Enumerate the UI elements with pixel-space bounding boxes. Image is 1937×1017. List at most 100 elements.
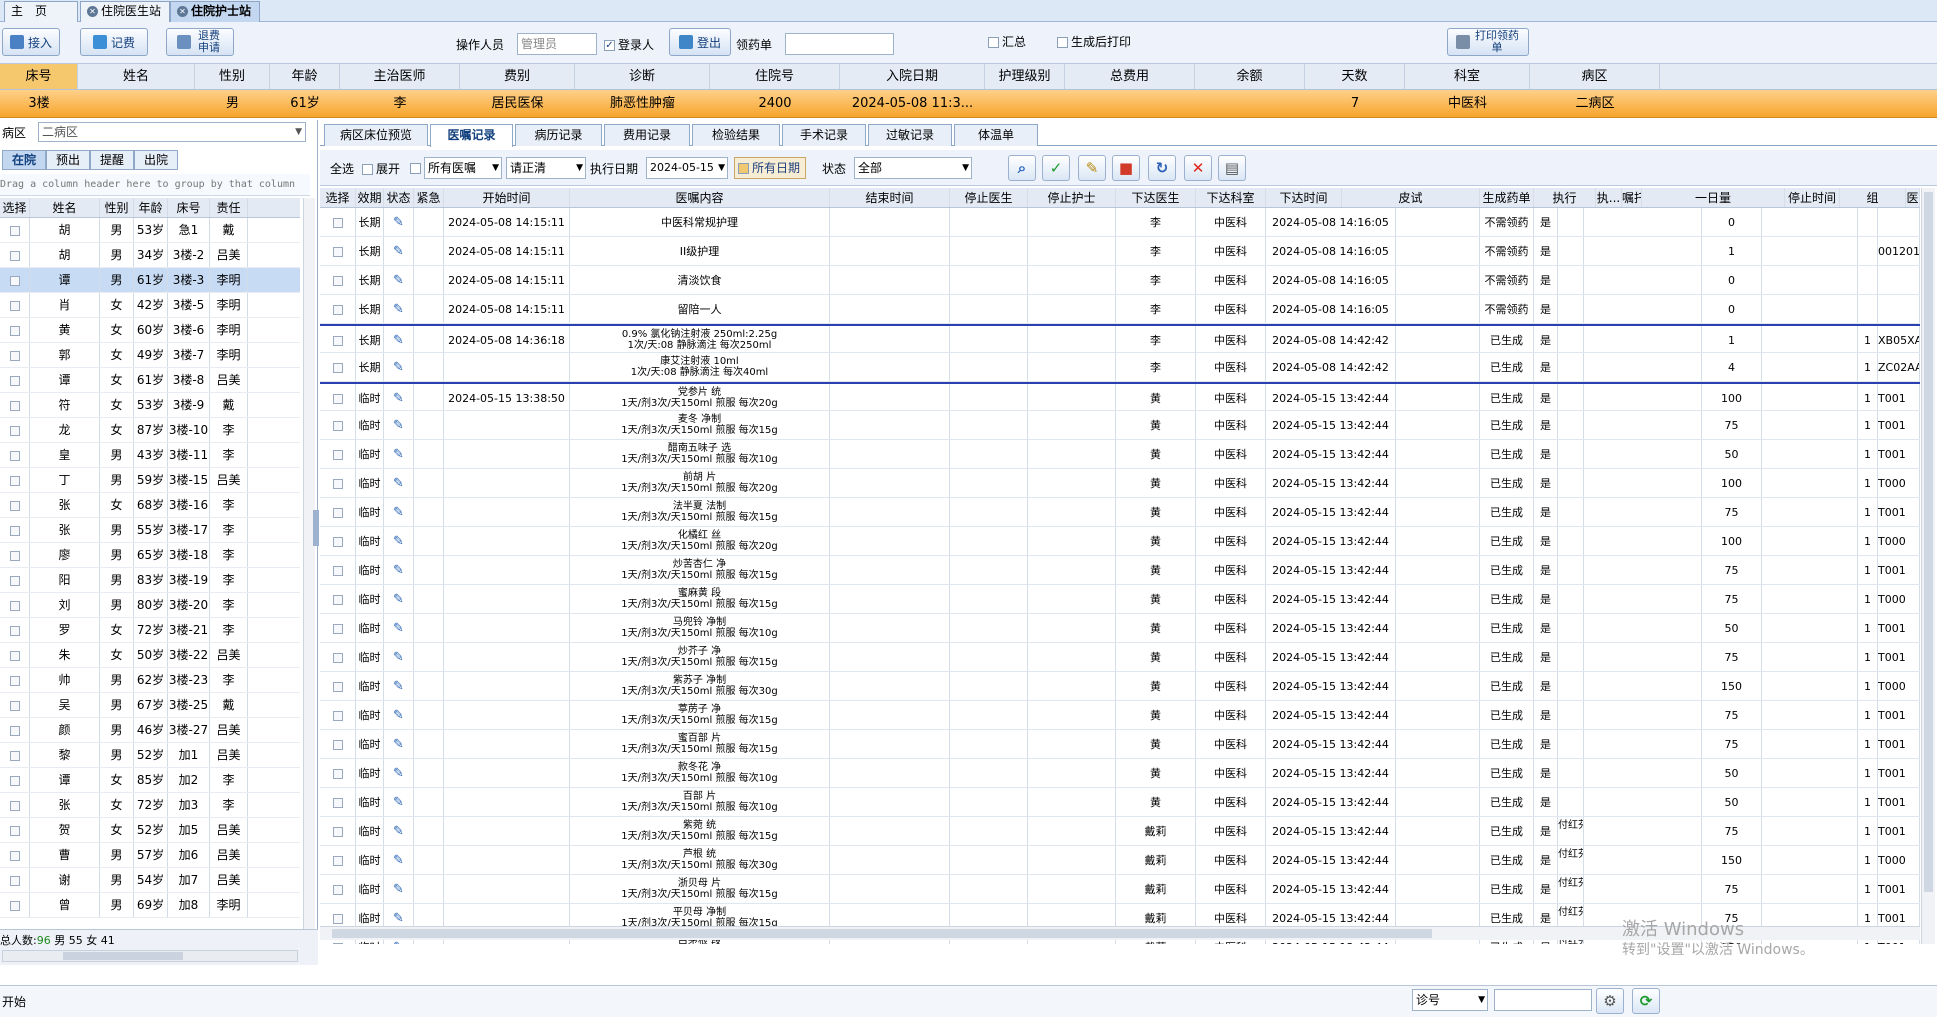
order-row[interactable]: 临时 ✎ 蜜百部 片 1天/剂3次/天150ml 煎服 每次15g 黄中医科 2024-0… — [320, 730, 1920, 759]
order-row[interactable]: 长期 ✎ 2024-05-08 14:15:11 留陪一人 李中医科 2024-05-08… — [320, 295, 1920, 324]
row-select-cell[interactable] — [0, 893, 30, 917]
edit-pencil-icon[interactable]: ✎ — [384, 326, 414, 352]
operator-input[interactable]: 管理员 — [517, 33, 597, 55]
patient-row[interactable]: 帅男 62岁 3楼-23 李 — [0, 668, 300, 693]
order-row[interactable]: 临时 ✎ 法半夏 法制 1天/剂3次/天150ml 煎服 每次15g 黄中医科 2024-… — [320, 498, 1920, 527]
order-row[interactable]: 临时 ✎ 浙贝母 片 1天/剂3次/天150ml 煎服 每次15g 戴莉 中医科 2024-… — [320, 875, 1920, 904]
row-select-cell[interactable] — [320, 759, 356, 787]
refresh-icon[interactable]: ↻ — [1148, 155, 1176, 181]
patient-row[interactable]: 张女 68岁 3楼-16 李 — [0, 493, 300, 518]
search-icon[interactable]: ⌕ — [1008, 155, 1036, 181]
checkbox-icon[interactable] — [332, 653, 343, 663]
patient-row[interactable]: 郭女 49岁 3楼-7 李明 — [0, 343, 300, 368]
patient-row[interactable]: 阳男 83岁 3楼-19 李 — [0, 568, 300, 593]
record-tab[interactable]: 检验结果 — [692, 124, 780, 146]
patient-row[interactable]: 贺女 52岁 加5 吕美 — [0, 818, 300, 843]
checkbox-icon[interactable] — [332, 595, 343, 605]
order-type-select[interactable]: 请正清 ▼ — [506, 157, 586, 179]
checkbox-icon[interactable] — [9, 275, 20, 286]
row-select-cell[interactable] — [0, 243, 30, 267]
close-icon[interactable]: ✕ — [87, 6, 98, 17]
edit-pencil-icon[interactable]: ✎ — [384, 614, 414, 642]
order-row[interactable]: 长期 ✎ 2024-05-08 14:15:11 II级护理 李中医科 2024-05-0… — [320, 237, 1920, 266]
row-select-cell[interactable] — [320, 237, 356, 265]
row-select-cell[interactable] — [320, 643, 356, 671]
order-row[interactable]: 临时 ✎ 马兜铃 净制 1天/剂3次/天150ml 煎服 每次10g 黄中医科 2024-… — [320, 614, 1920, 643]
checkbox-icon[interactable] — [9, 475, 20, 486]
edit-pencil-icon[interactable]: ✎ — [384, 730, 414, 758]
patient-row[interactable]: 谢男 54岁 加7 吕美 — [0, 868, 300, 893]
hscroll-thumb[interactable] — [332, 929, 1432, 938]
row-select-cell[interactable] — [320, 295, 356, 323]
checkbox-icon[interactable] — [332, 508, 343, 518]
row-select-cell[interactable] — [0, 393, 30, 417]
row-select-cell[interactable] — [0, 743, 30, 767]
edit-pencil-icon[interactable]: ✎ — [384, 875, 414, 903]
patient-row[interactable]: 张男 55岁 3楼-17 李 — [0, 518, 300, 543]
expand-checkbox[interactable]: 展开 — [362, 162, 400, 176]
checkbox-icon[interactable] — [9, 850, 20, 861]
order-row[interactable]: 临时 ✎ 醋南五味子 选 1天/剂3次/天150ml 煎服 每次10g 黄中医科 2024… — [320, 440, 1920, 469]
close-icon[interactable]: ✕ — [177, 6, 188, 17]
checkbox-icon[interactable] — [9, 650, 20, 661]
checkbox-icon[interactable] — [332, 394, 343, 404]
record-tab[interactable]: 费用记录 — [604, 124, 690, 146]
patient-row[interactable]: 颜男 46岁 3楼-27 吕美 — [0, 718, 300, 743]
row-select-cell[interactable] — [320, 788, 356, 816]
checkbox-icon[interactable] — [9, 575, 20, 586]
checkbox-icon[interactable] — [332, 218, 343, 228]
edit-pencil-icon[interactable]: ✎ — [384, 237, 414, 265]
checkbox-icon[interactable] — [9, 675, 20, 686]
patient-row[interactable]: 谭女 61岁 3楼-8 吕美 — [0, 368, 300, 393]
row-select-cell[interactable] — [0, 718, 30, 742]
row-select-cell[interactable] — [0, 293, 30, 317]
checkbox-icon[interactable] — [332, 740, 343, 750]
login-user-checkbox[interactable]: 登录人 — [604, 38, 654, 52]
patient-row[interactable]: 胡男 34岁 3楼-2 吕美 — [0, 243, 300, 268]
order-vscroll[interactable] — [1921, 188, 1935, 944]
print-after-checkbox[interactable]: 生成后打印 — [1057, 35, 1131, 49]
scan-icon[interactable]: ⚙ — [1596, 988, 1624, 1014]
checkbox-icon[interactable] — [332, 479, 343, 489]
checkbox-icon[interactable] — [332, 450, 343, 460]
row-select-cell[interactable] — [0, 668, 30, 692]
checkbox-icon[interactable] — [9, 225, 20, 236]
record-tab[interactable]: 过敏记录 — [868, 124, 952, 146]
row-select-cell[interactable] — [0, 768, 30, 792]
checkbox-icon[interactable] — [9, 450, 20, 461]
patient-row[interactable]: 刘男 80岁 3楼-20 李 — [0, 593, 300, 618]
stop-icon[interactable]: ■ — [1112, 155, 1140, 181]
checkbox-icon[interactable] — [332, 885, 343, 895]
row-select-cell[interactable] — [0, 318, 30, 342]
checkbox-icon[interactable] — [332, 305, 343, 315]
checkbox-icon[interactable] — [9, 775, 20, 786]
edit-pencil-icon[interactable]: ✎ — [384, 295, 414, 323]
all-dates-toggle[interactable]: 所有日期 — [734, 157, 806, 179]
tab-home[interactable]: 主 页 — [4, 1, 78, 22]
patient-list-scrollbar[interactable] — [303, 198, 315, 938]
row-select-cell[interactable] — [320, 527, 356, 555]
order-row[interactable]: 临时 ✎ 炒芥子 净 1天/剂3次/天150ml 煎服 每次15g 黄中医科 2024-0… — [320, 643, 1920, 672]
edit-pencil-icon[interactable]: ✎ — [384, 672, 414, 700]
row-select-cell[interactable] — [320, 411, 356, 439]
checkbox-icon[interactable] — [9, 400, 20, 411]
checkbox-icon[interactable] — [9, 250, 20, 261]
patient-tab[interactable]: 出院 — [134, 150, 178, 170]
fee-button[interactable]: 记费 — [80, 28, 148, 56]
all-orders-checkbox[interactable] — [410, 163, 421, 174]
patient-row[interactable]: 黎男 52岁 加1 吕美 — [0, 743, 300, 768]
row-select-cell[interactable] — [320, 353, 356, 381]
order-row[interactable]: 临时 ✎ 麦冬 净制 1天/剂3次/天150ml 煎服 每次15g 黄中医科 2024-0… — [320, 411, 1920, 440]
patient-row[interactable]: 曹男 57岁 加6 吕美 — [0, 843, 300, 868]
checkbox-icon[interactable] — [332, 421, 343, 431]
row-select-cell[interactable] — [0, 418, 30, 442]
order-row[interactable]: 临时 ✎ 2024-05-15 13:38:50 党参片 统 1天/剂3次/天150ml… — [320, 382, 1920, 411]
row-select-cell[interactable] — [0, 218, 30, 242]
checkbox-icon[interactable] — [9, 425, 20, 436]
patient-row[interactable]: 丁男 59岁 3楼-15 吕美 — [0, 468, 300, 493]
order-row[interactable]: 长期 ✎ 2024-05-08 14:15:11 清淡饮食 李中医科 2024-05-08… — [320, 266, 1920, 295]
checkbox-icon[interactable] — [332, 363, 343, 373]
record-tab[interactable]: 病区床位预览 — [324, 124, 428, 146]
row-select-cell[interactable] — [320, 498, 356, 526]
row-select-cell[interactable] — [320, 701, 356, 729]
